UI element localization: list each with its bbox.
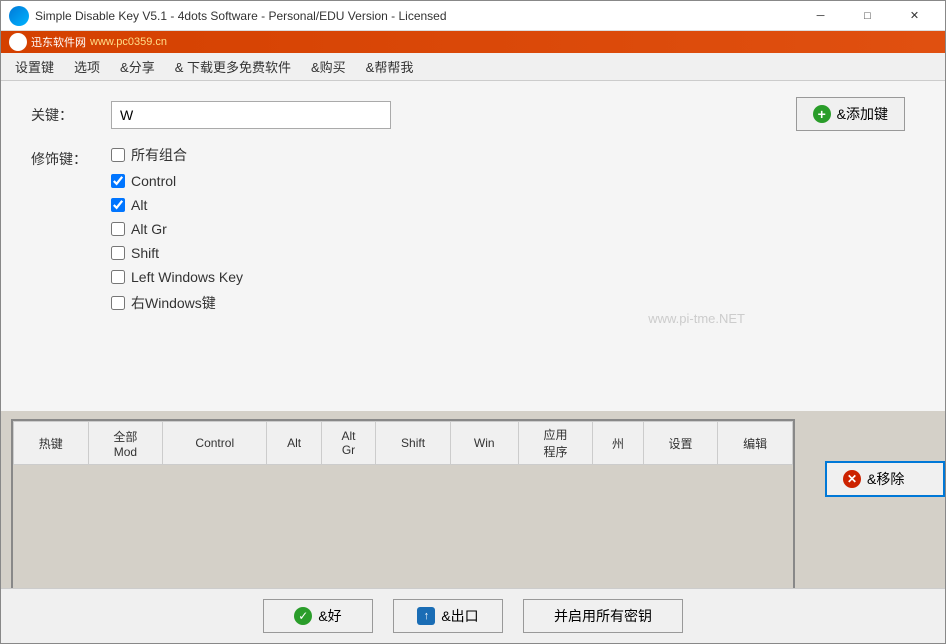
checkbox-altgr-row: Alt Gr [111,221,915,237]
checkbox-rwin-row: 右Windows键 [111,293,915,313]
col-control[interactable]: Control [163,422,267,465]
checkbox-alt-label: Alt [131,197,147,213]
title-bar: Simple Disable Key V5.1 - 4dots Software… [1,1,945,31]
menu-item-settings[interactable]: 设置键 [5,53,64,80]
export-label: &出口 [441,606,478,626]
export-button[interactable]: ↑ &出口 [393,599,503,633]
ok-button[interactable]: ✓ &好 [263,599,373,633]
banner-logo-icon [9,33,27,51]
bottom-bar: ✓ &好 ↑ &出口 并启用所有密钥 [1,588,945,643]
key-row: 关键： [31,101,915,129]
modifier-label: 修饰键： [31,145,111,169]
menu-item-options[interactable]: 选项 [64,53,110,80]
checkbox-control[interactable] [111,174,125,188]
checkbox-lwin-label: Left Windows Key [131,269,243,285]
checkbox-shift-label: Shift [131,245,159,261]
app-window: Simple Disable Key V5.1 - 4dots Software… [0,0,946,644]
remove-button[interactable]: ✕ &移除 [825,461,945,497]
checkbox-control-label: Control [131,173,176,189]
col-app[interactable]: 应用程序 [518,422,593,465]
checkbox-altgr[interactable] [111,222,125,236]
main-content: 关键： 修饰键： 所有组合 Control Alt [1,81,945,411]
window-title: Simple Disable Key V5.1 - 4dots Software… [35,9,447,23]
ok-label: &好 [318,606,341,626]
col-state[interactable]: 州 [593,422,643,465]
key-input-area [111,101,915,129]
checkbox-right-windows[interactable] [111,296,125,310]
menu-item-buy[interactable]: &购买 [301,53,356,80]
checkbox-lwin-row: Left Windows Key [111,269,915,285]
key-input[interactable] [111,101,391,129]
maximize-button[interactable]: □ [845,1,890,31]
banner-bar: 迅东软件网 www.pc0359.cn [1,31,945,53]
title-bar-left: Simple Disable Key V5.1 - 4dots Software… [9,6,447,26]
modifier-checkboxes: 所有组合 Control Alt Alt Gr Shift [111,145,915,321]
hotkey-table: 热键 全部Mod Control Alt AltGr Shift Win 应用程… [13,421,793,465]
checkbox-all[interactable] [111,148,125,162]
col-settings[interactable]: 设置 [643,422,718,465]
close-button[interactable]: ✕ [892,1,937,31]
modifier-row: 修饰键： 所有组合 Control Alt Alt Gr [31,145,915,321]
col-altgr[interactable]: AltGr [321,422,375,465]
col-alt[interactable]: Alt [267,422,321,465]
banner-text: 迅东软件网 [31,34,86,50]
checkbox-all-label: 所有组合 [131,145,187,165]
col-allmod[interactable]: 全部Mod [88,422,163,465]
export-icon: ↑ [417,607,435,625]
col-win[interactable]: Win [450,422,518,465]
enable-all-label: 并启用所有密钥 [554,606,652,626]
app-logo-icon [9,6,29,26]
checkbox-alt[interactable] [111,198,125,212]
checkbox-alt-row: Alt [111,197,915,213]
menu-item-download[interactable]: & 下载更多免费软件 [165,53,301,80]
col-edit[interactable]: 编辑 [718,422,793,465]
checkbox-shift-row: Shift [111,245,915,261]
enable-all-button[interactable]: 并启用所有密钥 [523,599,683,633]
remove-label: &移除 [867,469,904,489]
checkbox-left-windows[interactable] [111,270,125,284]
watermark-text: www.pi-tme.NET [648,311,745,391]
title-controls: ─ □ ✕ [798,1,937,31]
add-key-label: &添加键 [837,104,888,124]
menu-item-share[interactable]: &分享 [110,53,165,80]
menu-bar: 设置键 选项 &分享 & 下载更多免费软件 &购买 &帮帮我 [1,53,945,81]
add-key-button[interactable]: + &添加键 [796,97,905,131]
remove-icon: ✕ [843,470,861,488]
checkbox-shift[interactable] [111,246,125,260]
checkbox-all-row: 所有组合 [111,145,915,165]
banner-url: www.pc0359.cn [90,36,167,48]
minimize-button[interactable]: ─ [798,1,843,31]
checkbox-control-row: Control [111,173,915,189]
col-hotkey[interactable]: 热键 [14,422,89,465]
key-label: 关键： [31,101,111,125]
ok-icon: ✓ [294,607,312,625]
add-icon: + [813,105,831,123]
checkbox-altgr-label: Alt Gr [131,221,167,237]
checkbox-rwin-label: 右Windows键 [131,293,216,313]
col-shift[interactable]: Shift [376,422,451,465]
menu-item-help[interactable]: &帮帮我 [356,53,424,80]
